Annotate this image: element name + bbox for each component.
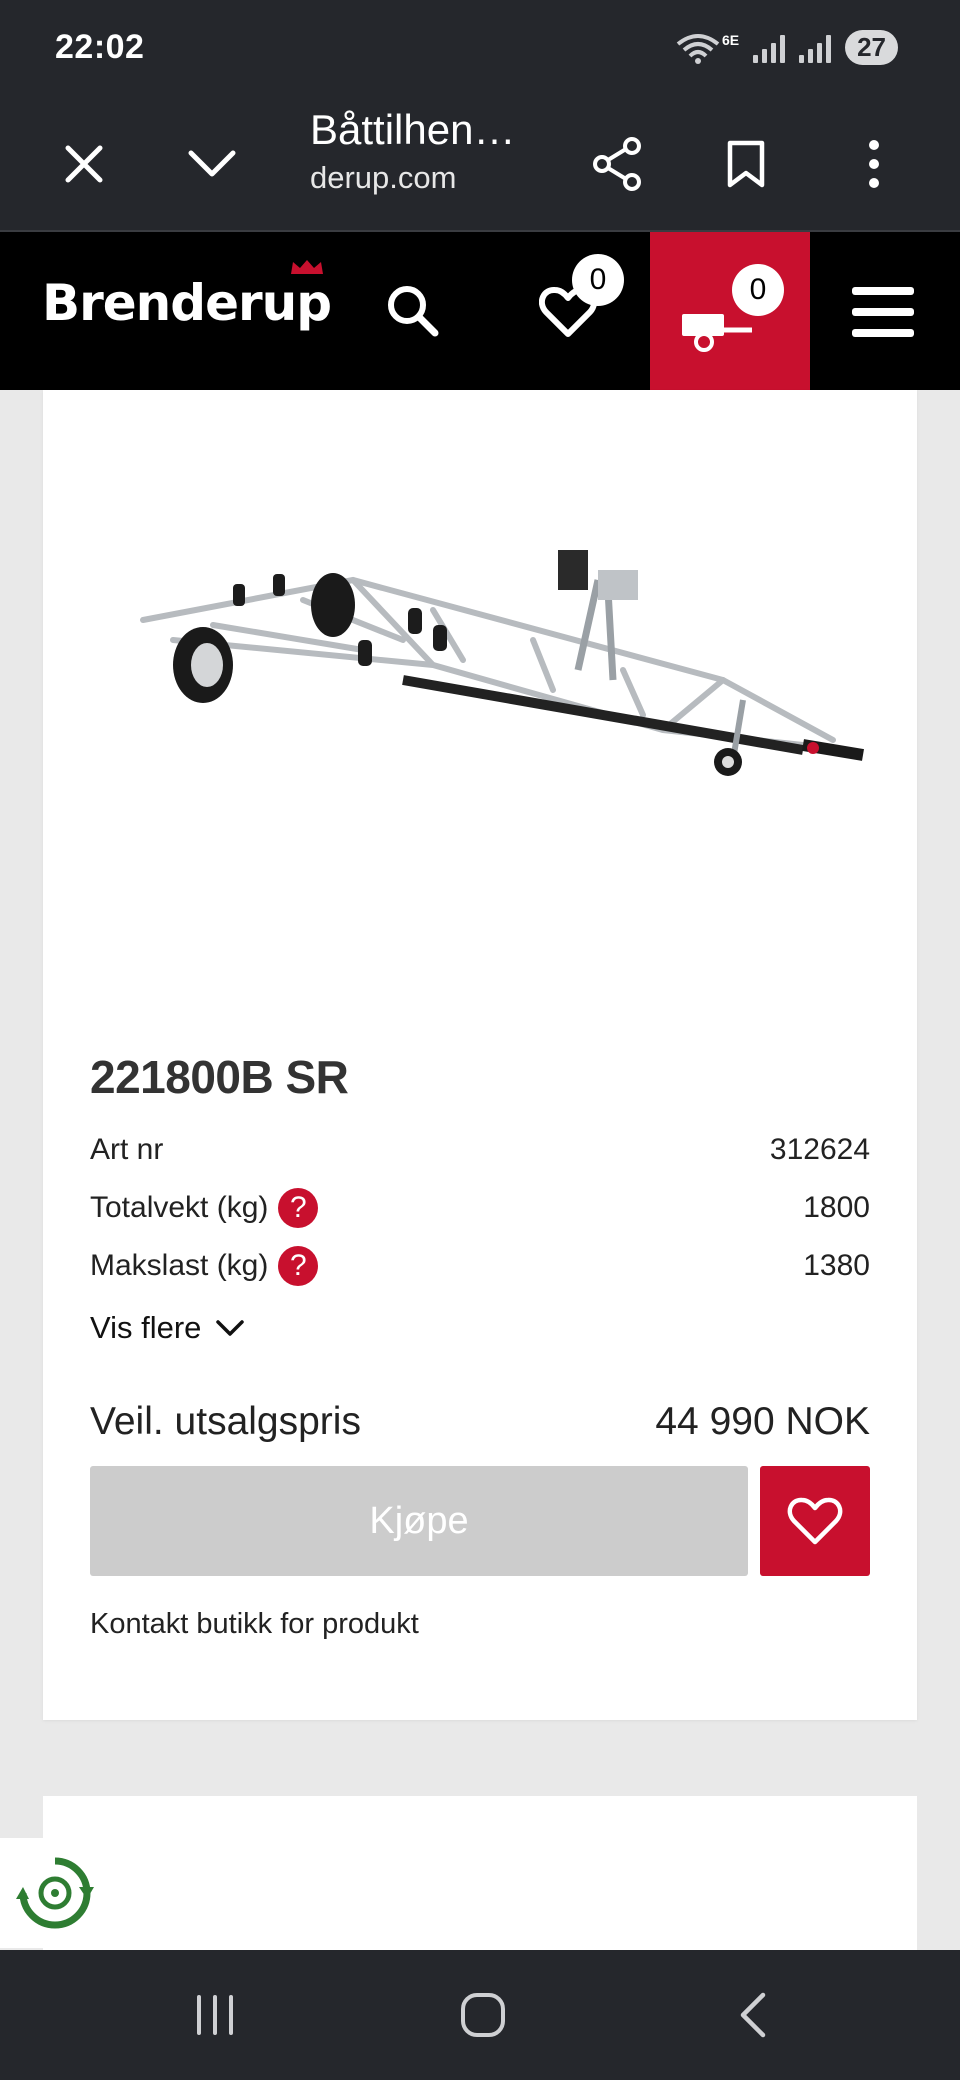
contact-store-text: Kontakt butikk for produkt [90, 1608, 419, 1640]
share-icon [593, 137, 641, 191]
back-button[interactable] [712, 1980, 792, 2050]
system-nav-bar [0, 1950, 960, 2080]
recent-apps-button[interactable] [175, 1980, 255, 2050]
chevron-down-icon [188, 150, 236, 177]
trailer-icon [682, 314, 752, 352]
wishlist-count: 0 [572, 254, 624, 306]
back-icon [740, 1992, 766, 2038]
more-options-button[interactable] [842, 132, 906, 196]
signal-icon [753, 33, 786, 63]
page-url: derup.com [310, 160, 457, 195]
close-tab-button[interactable] [52, 132, 116, 196]
bookmark-button[interactable] [714, 132, 778, 196]
spec-row-totalvekt: Totalvekt (kg) ? 1800 [90, 1183, 870, 1233]
price-row: Veil. utsalgspris 44 990 NOK [90, 1400, 870, 1444]
help-icon[interactable]: ? [278, 1188, 319, 1228]
status-icons: 6E 27 [676, 30, 898, 65]
home-button[interactable] [443, 1980, 523, 2050]
wifi-icon [676, 33, 720, 64]
product-title: 221800B SR [90, 1051, 349, 1103]
product-image[interactable] [103, 530, 903, 790]
crown-icon [291, 260, 323, 274]
home-icon [461, 1993, 505, 2037]
brand-logo[interactable]: Brenderup [42, 260, 332, 332]
spec-row-art-nr: Art nr 312624 [90, 1125, 870, 1175]
share-button[interactable] [586, 132, 650, 196]
network-type: 6E [721, 31, 740, 48]
eco-widget-button[interactable] [0, 1838, 110, 1948]
cart-count: 0 [732, 264, 784, 316]
status-time: 22:02 [55, 28, 145, 66]
add-to-wishlist-button[interactable] [760, 1466, 870, 1576]
spec-label: Art nr [90, 1133, 164, 1166]
search-button[interactable] [380, 278, 444, 342]
cart-button[interactable]: 0 [650, 232, 810, 390]
recent-apps-icon [197, 1995, 233, 2035]
site-header: Brenderup 0 0 [0, 232, 960, 390]
page-title: Båttilhen… [310, 106, 516, 153]
more-vertical-icon [869, 140, 879, 188]
spec-value: 1380 [803, 1249, 870, 1282]
recycle-gear-icon [16, 1857, 94, 1929]
spec-label: Makslast (kg) [90, 1249, 269, 1282]
product-card: 221800B SR Art nr 312624 Totalvekt (kg) … [43, 390, 917, 1720]
battery-badge: 27 [845, 30, 898, 65]
spec-row-makslast: Makslast (kg) ? 1380 [90, 1241, 870, 1291]
chevron-down-icon [216, 1320, 245, 1336]
price-value: 44 990 NOK [655, 1400, 870, 1443]
bookmark-icon [727, 140, 765, 188]
spec-value: 312624 [769, 1133, 870, 1166]
signal-icon-2 [799, 33, 832, 63]
logo-text: Brenderup [42, 274, 332, 332]
spec-value: 1800 [803, 1191, 870, 1224]
price-label: Veil. utsalgspris [90, 1400, 361, 1443]
menu-button[interactable] [848, 280, 918, 344]
browser-toolbar: Båttilhen… derup.com [0, 96, 960, 232]
buy-button[interactable]: Kjøpe [90, 1466, 748, 1576]
close-icon [65, 145, 103, 183]
spec-label: Totalvekt (kg) [90, 1191, 269, 1224]
help-icon[interactable]: ? [278, 1246, 319, 1286]
minimize-button[interactable] [180, 132, 244, 196]
heart-icon [787, 1497, 843, 1545]
hamburger-icon [852, 287, 914, 337]
show-more-label: Vis flere [90, 1310, 202, 1345]
page-title-block[interactable]: Båttilhen… derup.com [310, 106, 580, 196]
status-bar: 22:02 6E 27 [0, 0, 960, 96]
show-more-toggle[interactable]: Vis flere [90, 1310, 245, 1346]
search-icon [388, 286, 439, 337]
